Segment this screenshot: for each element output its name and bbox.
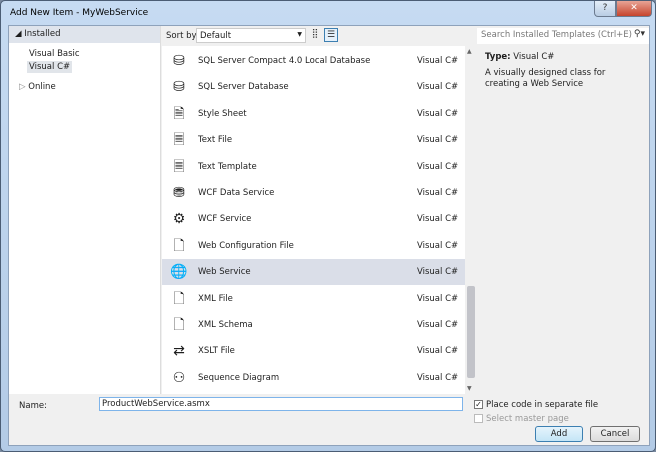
- window-title: Add New Item - MyWebService: [10, 8, 149, 18]
- template-list: ⛁ SQL Server Compact 4.0 Local Database Vi…: [162, 46, 465, 394]
- template-item[interactable]: 🗋 XML Schema Visual C#: [162, 312, 465, 338]
- template-language: Visual C#: [417, 82, 459, 93]
- template-name: Text Template: [198, 161, 257, 172]
- master-page-label: Select master page: [486, 414, 569, 424]
- tree-node-online[interactable]: ▷ Online: [17, 81, 58, 93]
- template-language: Visual C#: [417, 267, 459, 278]
- sequence-diagram-icon: ⚇: [172, 369, 186, 386]
- xslt-file-icon: ⇄: [173, 343, 185, 360]
- close-button[interactable]: ✕: [616, 1, 652, 17]
- template-item[interactable]: 🗏 Text File Visual C#: [162, 127, 465, 153]
- tree-node-visual-csharp[interactable]: Visual C#: [27, 61, 73, 73]
- type-value: Visual C#: [513, 52, 555, 62]
- installed-label: Installed: [24, 29, 61, 39]
- cancel-button[interactable]: Cancel: [590, 426, 640, 442]
- type-label: Type:: [485, 52, 511, 62]
- template-item[interactable]: ⛃ WCF Data Service Visual C#: [162, 180, 465, 206]
- tree-node-installed[interactable]: ◢ Installed: [9, 26, 160, 43]
- template-language: Visual C#: [417, 240, 459, 251]
- template-item[interactable]: ⛁ SQL Server Database Visual C#: [162, 74, 465, 100]
- dialog-body: ◢ Installed Visual Basic Visual C# ▷ Onl…: [8, 25, 650, 446]
- name-input[interactable]: ProductWebService.asmx: [99, 397, 463, 411]
- sort-label: Sort by:: [166, 31, 199, 41]
- template-language: Visual C#: [417, 56, 459, 66]
- template-item[interactable]: ⚙ WCF Service Visual C#: [162, 206, 465, 232]
- template-name: WCF Service: [198, 214, 252, 225]
- template-language: Visual C#: [417, 372, 459, 383]
- scroll-up-icon[interactable]: ▲: [467, 48, 472, 55]
- xml-file-icon: 🗋: [173, 290, 185, 307]
- xml-schema-icon: 🗋: [173, 317, 185, 333]
- collapsed-arrow-icon: ▷: [19, 82, 29, 92]
- template-name: SQL Server Database: [198, 82, 289, 93]
- wcf-service-icon: ⚙: [172, 211, 186, 228]
- wcf-data-service-icon: ⛃: [173, 185, 185, 201]
- template-language: Visual C#: [417, 214, 459, 225]
- search-placeholder: Search Installed Templates (Ctrl+E): [481, 30, 632, 40]
- tree-node-visual-basic[interactable]: Visual Basic: [27, 48, 82, 60]
- template-language: Visual C#: [417, 135, 459, 146]
- web-service-icon: 🌐: [170, 264, 188, 281]
- template-item[interactable]: ⇄ XSLT File Visual C#: [162, 338, 465, 364]
- master-page-checkbox[interactable]: [474, 414, 483, 423]
- search-icon[interactable]: ⚲▾: [634, 29, 645, 39]
- template-item[interactable]: 🌐 Web Service Visual C#: [162, 259, 465, 286]
- template-language: Visual C#: [417, 161, 459, 172]
- template-language: Visual C#: [417, 108, 459, 119]
- template-name: SQL Server Compact 4.0 Local Database: [198, 56, 371, 66]
- template-name: Text File: [198, 135, 233, 146]
- place-code-label: Place code in separate file: [486, 400, 599, 410]
- database-icon: ⛁: [173, 79, 185, 96]
- text-template-icon: 🗏: [173, 158, 185, 175]
- scrollbar[interactable]: ▲ ▼: [465, 46, 477, 394]
- help-button[interactable]: ?: [594, 1, 616, 17]
- sort-value: Default: [200, 31, 232, 41]
- place-code-checkbox[interactable]: ✓: [474, 400, 483, 409]
- chevron-down-icon: ▼: [297, 31, 302, 38]
- list-view-button[interactable]: ☰: [324, 28, 338, 42]
- text-file-icon: 🗏: [173, 132, 185, 149]
- bottom-panel: Name: ProductWebService.asmx ✓ Place cod…: [9, 394, 649, 446]
- template-description: A visually designed class for creating a…: [485, 68, 606, 89]
- online-label: Online: [28, 82, 56, 92]
- template-item[interactable]: 🗋 XML File Visual C#: [162, 286, 465, 312]
- template-name: XSLT File: [198, 346, 235, 357]
- template-name: Style Sheet: [198, 108, 247, 119]
- template-name: Web Configuration File: [198, 240, 294, 251]
- details-pane: Type: Visual C# A visually designed clas…: [477, 46, 649, 394]
- template-item[interactable]: 🗏 Text Template Visual C#: [162, 154, 465, 180]
- database-icon: ⛁: [173, 53, 185, 69]
- search-input[interactable]: Search Installed Templates (Ctrl+E) ⚲▾: [477, 28, 649, 44]
- scrollbar-thumb[interactable]: [467, 286, 475, 378]
- web-config-icon: 🗋: [173, 237, 185, 254]
- template-language: Visual C#: [417, 188, 459, 198]
- add-button[interactable]: Add: [535, 426, 583, 442]
- toolbar: Sort by: Default ▼ ⣿ ☰: [162, 26, 472, 46]
- template-name: WCF Data Service: [198, 188, 275, 198]
- template-name: Web Service: [198, 267, 251, 278]
- dialog-window: Add New Item - MyWebService ? ✕ ◢ Instal…: [0, 0, 656, 452]
- template-name: Sequence Diagram: [198, 372, 280, 383]
- template-item[interactable]: ⛁ SQL Server Compact 4.0 Local Database Vi…: [162, 48, 465, 74]
- name-label: Name:: [19, 401, 47, 411]
- template-item[interactable]: ⚇ Sequence Diagram Visual C#: [162, 365, 465, 391]
- template-language: Visual C#: [417, 320, 459, 330]
- template-language: Visual C#: [417, 293, 459, 304]
- sort-dropdown[interactable]: Default ▼: [196, 28, 306, 43]
- scroll-down-icon[interactable]: ▼: [467, 385, 472, 392]
- template-item[interactable]: 🗋 Web Configuration File Visual C#: [162, 233, 465, 259]
- small-icons-view-button[interactable]: ⣿: [308, 28, 322, 42]
- template-language: Visual C#: [417, 346, 459, 357]
- expanded-arrow-icon: ◢: [15, 29, 25, 39]
- stylesheet-icon: 🗎: [173, 105, 185, 122]
- template-item[interactable]: 🗎 Style Sheet Visual C#: [162, 101, 465, 127]
- category-tree: ◢ Installed Visual Basic Visual C# ▷ Onl…: [9, 26, 161, 394]
- template-name: XML Schema: [198, 320, 253, 330]
- template-name: XML File: [198, 293, 233, 304]
